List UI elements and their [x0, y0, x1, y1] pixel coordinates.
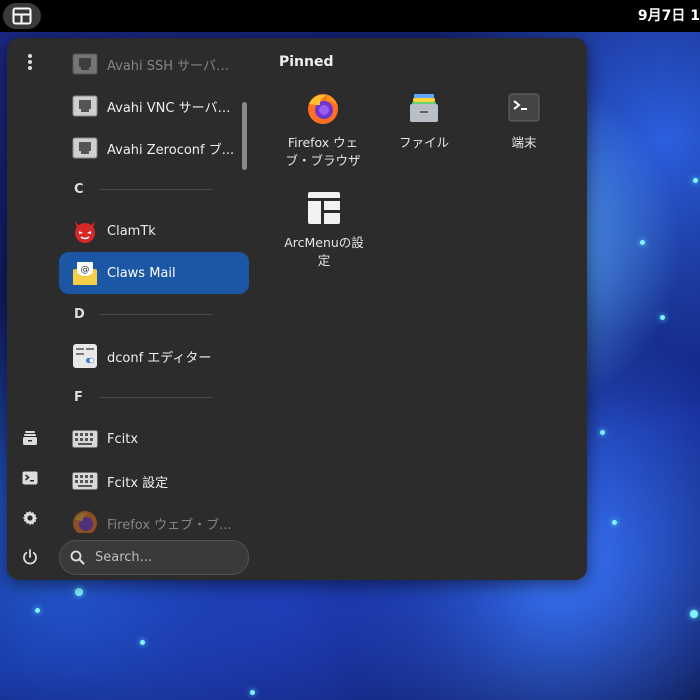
section-divider	[99, 189, 213, 190]
firefox-icon	[71, 509, 99, 533]
list-item[interactable]: Avahi VNC サーバの...	[59, 85, 249, 127]
list-item[interactable]: Avahi SSH サーバの...	[59, 43, 249, 85]
side-actions	[7, 38, 53, 580]
settings-button[interactable]	[13, 501, 47, 535]
grid-layout-icon	[12, 7, 32, 25]
power-button[interactable]	[13, 540, 47, 574]
list-item[interactable]: @ Claws Mail	[59, 252, 249, 294]
terminal-icon	[504, 88, 544, 128]
dconf-icon	[71, 342, 99, 370]
network-icon	[71, 134, 99, 162]
network-icon	[71, 50, 99, 78]
keyboard-icon	[71, 467, 99, 495]
list-item-label: Avahi VNC サーバの...	[107, 100, 241, 116]
top-bar: 9月7日 1	[0, 0, 700, 32]
pinned-tile-terminal[interactable]: 端末	[478, 88, 570, 152]
list-item-label: ClamTk	[107, 223, 156, 239]
search-input[interactable]	[93, 549, 237, 566]
pinned-tile-firefox[interactable]: Firefox ウェブ・ブラウザ	[277, 88, 369, 170]
app-list[interactable]: Avahi SSH サーバの... Avahi VNC サーバの... Avah…	[59, 38, 249, 533]
pinned-heading: Pinned	[279, 54, 334, 70]
drawer-icon	[23, 431, 37, 445]
power-icon	[23, 549, 37, 565]
clock[interactable]: 9月7日 1	[638, 0, 700, 32]
pinned-tile-label: Firefox ウェブ・ブラウザ	[285, 135, 361, 168]
list-item[interactable]: Fcitx 設定	[59, 460, 249, 502]
files-button[interactable]	[13, 421, 47, 455]
list-item[interactable]: ClamTk	[59, 210, 249, 252]
files-drawer-icon	[404, 88, 444, 128]
section-divider	[99, 314, 213, 315]
arc-menu: Avahi SSH サーバの... Avahi VNC サーバの... Avah…	[7, 38, 587, 580]
list-item-label: dconf エディター	[107, 350, 212, 366]
arcmenu-settings-icon	[304, 188, 344, 228]
section-header: F	[74, 390, 83, 405]
more-options-button[interactable]	[13, 45, 47, 79]
clamtk-devil-icon	[71, 217, 99, 245]
section-divider	[99, 397, 213, 398]
section-header: C	[74, 182, 84, 197]
list-item[interactable]: Avahi Zeroconf ブ...	[59, 127, 249, 169]
search-box[interactable]	[59, 540, 249, 575]
list-item-label: Avahi SSH サーバの...	[107, 58, 241, 74]
list-item-label: Fcitx	[107, 431, 139, 447]
keyboard-icon	[71, 425, 99, 453]
firefox-icon	[303, 88, 343, 128]
pinned-tile-label: ArcMenuの設定	[284, 235, 364, 268]
terminal-icon	[22, 471, 38, 485]
network-icon	[71, 92, 99, 120]
list-item-label: Firefox ウェブ・ブ...	[107, 517, 232, 533]
gear-icon	[22, 510, 38, 526]
search-icon	[70, 550, 85, 565]
pinned-tile-arcmenu-settings[interactable]: ArcMenuの設定	[278, 188, 370, 270]
section-header: D	[74, 307, 85, 322]
pinned-tile-files[interactable]: ファイル	[378, 88, 470, 152]
terminal-button[interactable]	[13, 461, 47, 495]
list-item-label: Fcitx 設定	[107, 475, 169, 491]
vertical-dots-icon	[28, 54, 32, 70]
list-item-label: Avahi Zeroconf ブ...	[107, 142, 235, 158]
pinned-tile-label: ファイル	[398, 135, 449, 150]
pinned-tile-label: 端末	[511, 135, 537, 150]
activities-button[interactable]	[3, 3, 41, 29]
app-list-scrollbar[interactable]	[242, 102, 247, 170]
mail-envelope-icon: @	[71, 259, 99, 287]
list-item[interactable]: Firefox ウェブ・ブ...	[59, 502, 249, 533]
list-item-label: Claws Mail	[107, 265, 176, 281]
list-item[interactable]: dconf エディター	[59, 335, 249, 377]
list-item[interactable]: Fcitx	[59, 418, 249, 460]
svg-text:@: @	[81, 265, 90, 275]
